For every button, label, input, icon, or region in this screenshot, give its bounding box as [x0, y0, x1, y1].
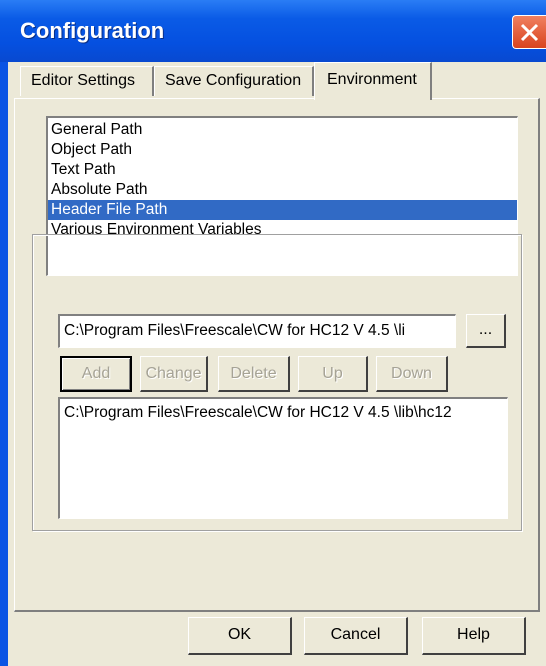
- change-button[interactable]: Change: [140, 356, 208, 392]
- down-button-label: Down: [391, 365, 432, 382]
- tab-environment[interactable]: Environment: [314, 62, 432, 100]
- delete-button[interactable]: Delete: [218, 356, 290, 392]
- ok-button[interactable]: OK: [188, 617, 292, 655]
- browse-button-label: ...: [478, 321, 493, 338]
- cancel-button[interactable]: Cancel: [304, 617, 408, 655]
- list-item[interactable]: Text Path: [48, 160, 517, 180]
- tab-label: Editor Settings: [31, 72, 136, 89]
- up-button[interactable]: Up: [298, 356, 368, 392]
- list-item[interactable]: General Path: [48, 120, 517, 140]
- list-item[interactable]: C:\Program Files\Freescale\CW for HC12 V…: [64, 403, 503, 423]
- title-bar[interactable]: Configuration: [0, 0, 546, 62]
- list-item-selected[interactable]: Header File Path: [48, 200, 517, 220]
- browse-button[interactable]: ...: [466, 314, 506, 348]
- tab-label: Environment: [327, 71, 417, 88]
- list-item[interactable]: Object Path: [48, 140, 517, 160]
- delete-button-label: Delete: [230, 365, 277, 382]
- tab-editor-settings[interactable]: Editor Settings: [20, 66, 154, 96]
- close-icon: [520, 23, 539, 42]
- up-button-label: Up: [322, 365, 343, 382]
- tab-save-configuration[interactable]: Save Configuration: [154, 66, 314, 96]
- add-button[interactable]: Add: [60, 356, 132, 392]
- list-item[interactable]: Absolute Path: [48, 180, 517, 200]
- tab-label: Save Configuration: [165, 72, 302, 89]
- down-button[interactable]: Down: [376, 356, 448, 392]
- path-list[interactable]: C:\Program Files\Freescale\CW for HC12 V…: [58, 397, 508, 519]
- add-button-label: Add: [81, 365, 111, 382]
- change-button-label: Change: [145, 365, 202, 382]
- help-button-label: Help: [457, 626, 490, 643]
- configuration-dialog: Configuration Editor Settings Save Confi…: [0, 0, 546, 666]
- cancel-button-label: Cancel: [330, 626, 381, 643]
- path-input[interactable]: C:\Program Files\Freescale\CW for HC12 V…: [58, 314, 456, 348]
- window-title: Configuration: [20, 18, 165, 43]
- help-button[interactable]: Help: [422, 617, 526, 655]
- ok-button-label: OK: [227, 626, 252, 643]
- close-button[interactable]: [512, 15, 546, 49]
